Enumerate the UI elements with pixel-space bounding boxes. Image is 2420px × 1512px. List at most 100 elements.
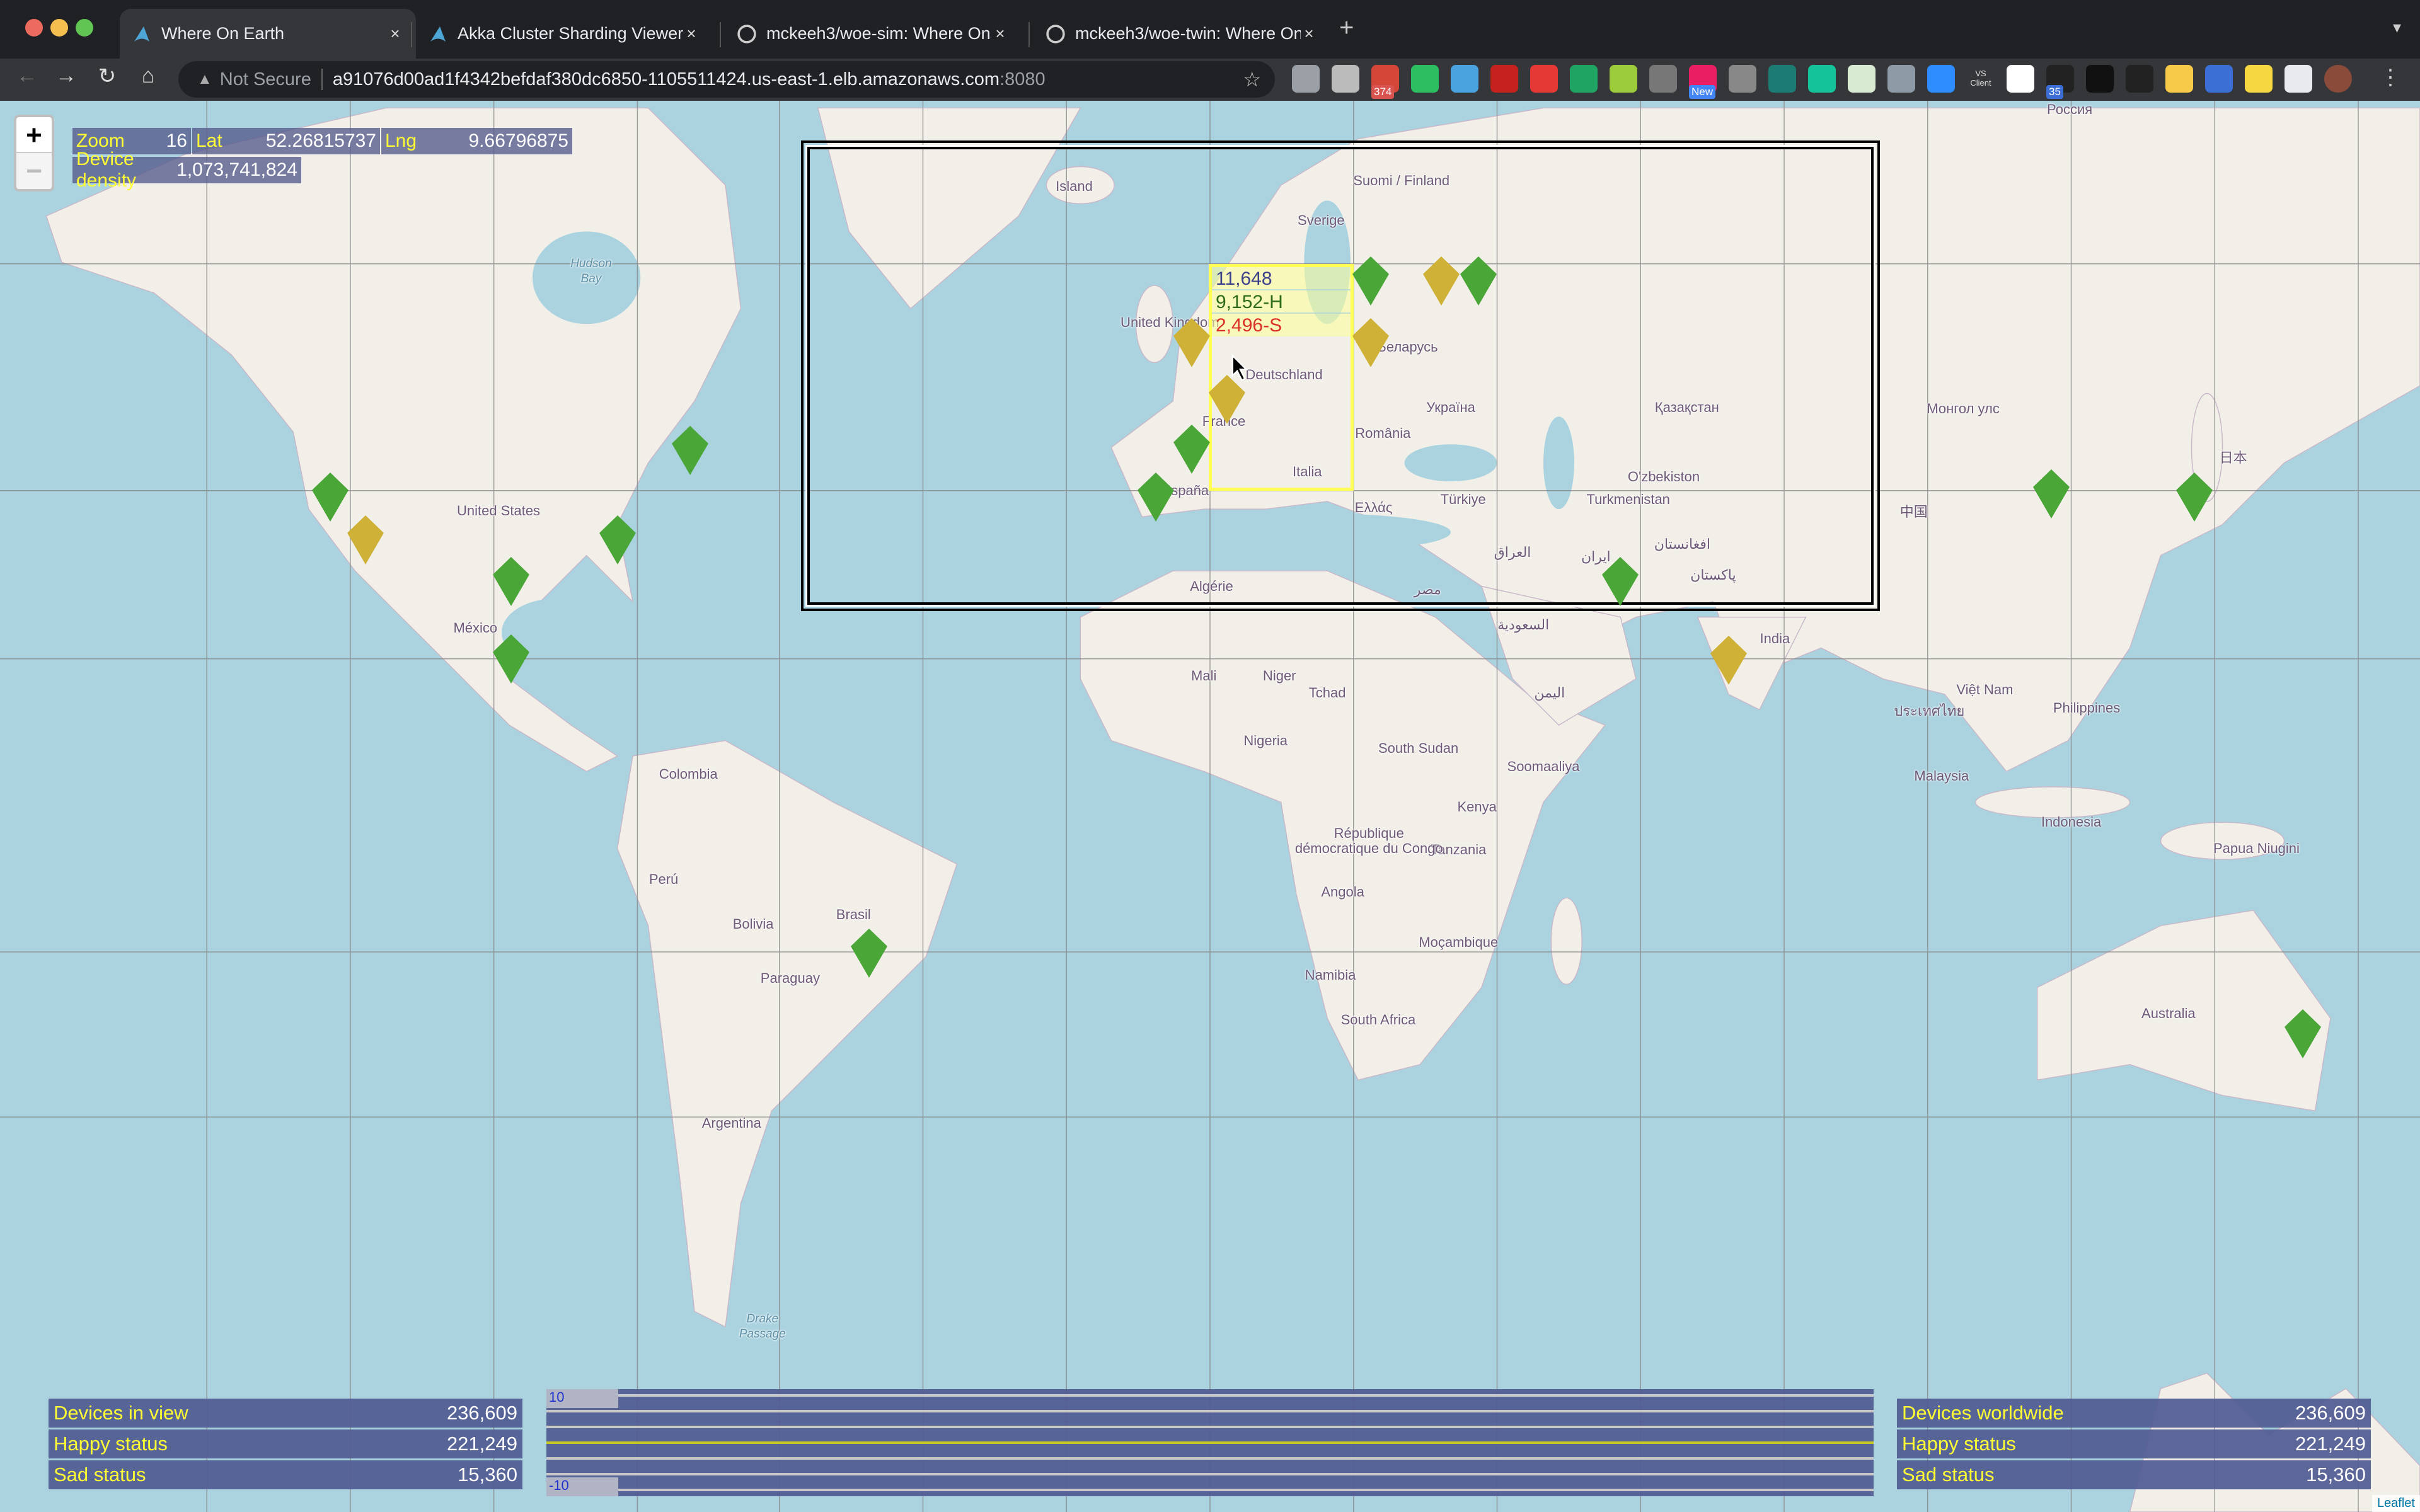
adblock-extension-icon[interactable]	[1530, 65, 1558, 93]
stat-value: 236,609	[2295, 1402, 2366, 1424]
grammarly-extension-icon[interactable]	[1808, 65, 1836, 93]
tab-bar: Where On Earth × Akka Cluster Sharding Vie…	[0, 0, 2420, 59]
gear-extension-icon[interactable]	[1332, 65, 1359, 93]
land-new-guinea	[2160, 822, 2285, 860]
device-marker-mixed[interactable]	[1352, 318, 1389, 367]
close-window-button[interactable]	[25, 19, 43, 37]
tab-1[interactable]: Akka Cluster Sharding Viewer ×	[416, 9, 712, 59]
leaflet-attribution-link[interactable]: Leaflet	[2371, 1495, 2420, 1512]
bookmark-star-icon[interactable]: ☆	[1243, 67, 1261, 91]
url-host: a91076d00ad1f4342befdaf380dc6850-1105511…	[332, 69, 1000, 89]
new-tab-button[interactable]: +	[1339, 14, 1354, 42]
device-marker-happy[interactable]	[2284, 1009, 2321, 1058]
selection-happy: 9,152-H	[1212, 290, 1351, 314]
close-tab-icon[interactable]: ×	[992, 24, 1008, 43]
device-marker-happy[interactable]	[599, 515, 636, 565]
rocket-extension-icon[interactable]	[1887, 65, 1915, 93]
tab-3[interactable]: mckeeh3/woe-twin: Where On Earth×	[1034, 9, 1330, 59]
device-marker-mixed[interactable]	[1710, 636, 1747, 685]
stat-label: Sad status	[1902, 1463, 1995, 1486]
device-marker-happy[interactable]	[1602, 557, 1639, 607]
colorful-extension-icon[interactable]: New	[1689, 65, 1717, 99]
back-button[interactable]: ←	[11, 64, 43, 88]
device-marker-happy[interactable]	[1352, 256, 1389, 306]
sheet-extension-icon[interactable]	[1848, 65, 1876, 93]
drive-extension-icon[interactable]	[1570, 65, 1598, 93]
land-north-america	[45, 107, 742, 772]
ring-extension-icon[interactable]	[1649, 65, 1677, 93]
chart-gridline	[546, 1394, 1874, 1397]
chain-extension-icon[interactable]	[1729, 65, 1756, 93]
dark-extension-icon[interactable]	[2086, 65, 2114, 93]
minimize-window-button[interactable]	[50, 19, 68, 37]
density-value: 1,073,741,824	[176, 159, 297, 180]
device-marker-happy[interactable]	[850, 929, 887, 978]
device-marker-happy[interactable]	[671, 426, 708, 476]
vs-client-extension-icon[interactable]: VS Client	[1967, 65, 1995, 93]
device-marker-happy[interactable]	[2176, 472, 2213, 522]
device-marker-happy[interactable]	[312, 472, 349, 522]
device-marker-happy[interactable]	[492, 557, 529, 607]
dots-extension-icon[interactable]	[2165, 65, 2193, 93]
evernote-extension-icon[interactable]	[1411, 65, 1439, 93]
map[interactable]: Island Suomi / Finland Sverige United Kingd…	[0, 101, 2420, 1512]
land-indonesia	[1974, 786, 2131, 818]
gmail-extension-icon[interactable]: 374	[1371, 65, 1399, 99]
close-tab-icon[interactable]: ×	[387, 24, 403, 43]
eyedropper-extension-icon[interactable]	[1451, 65, 1478, 93]
tab-title: Akka Cluster Sharding Viewer	[458, 24, 683, 43]
react-extension-icon[interactable]	[2205, 65, 2233, 93]
home-button[interactable]: ⌂	[132, 64, 164, 88]
device-marker-happy[interactable]	[2032, 469, 2070, 518]
device-marker-mixed[interactable]	[347, 515, 384, 565]
puzzle-extension-icon[interactable]	[2285, 65, 2312, 93]
status-chart: 10 -10	[546, 1389, 1874, 1496]
stat-label: Devices worldwide	[1902, 1402, 2064, 1424]
stat-row: Devices in view 236,609	[49, 1399, 522, 1428]
url-port: :8080	[1000, 69, 1046, 89]
mail-extension-icon[interactable]	[1490, 65, 1518, 93]
chart-gridline	[546, 1457, 1874, 1460]
close-tab-icon[interactable]: ×	[1301, 24, 1317, 43]
tab-title: Where On Earth	[161, 24, 285, 43]
close-tab-icon[interactable]: ×	[683, 24, 700, 43]
lat-label: Lat	[196, 130, 222, 151]
device-marker-mixed[interactable]	[1173, 318, 1210, 367]
browser-toolbar: ← → ↻ ⌂ ▲ Not Secure a91076d00ad1f4342be…	[0, 59, 2420, 101]
tab-separator	[720, 22, 721, 47]
profile-avatar-icon[interactable]	[2324, 65, 2352, 93]
menu-kebab-icon[interactable]: ⋮	[2380, 65, 2401, 90]
device-marker-happy[interactable]	[1460, 256, 1497, 306]
stat-row: Devices worldwide 236,609	[1897, 1399, 2371, 1428]
selection-sad: 2,496-S	[1216, 315, 1282, 336]
maximize-window-button[interactable]	[76, 19, 93, 37]
tab-separator	[411, 22, 412, 47]
device-marker-mixed[interactable]	[1423, 256, 1460, 306]
tab-0[interactable]: Where On Earth ×	[120, 9, 416, 59]
circle-dark-extension-icon[interactable]	[2126, 65, 2153, 93]
tab-2[interactable]: mckeeh3/woe-sim: Where On Earth×	[725, 9, 1021, 59]
reload-button[interactable]: ↻	[91, 64, 123, 89]
s-extension-icon[interactable]	[1768, 65, 1796, 93]
tally-extension-icon[interactable]: 35	[2046, 65, 2074, 99]
zoom-in-button[interactable]: +	[16, 117, 52, 153]
cloud-extension-icon[interactable]	[2007, 65, 2034, 93]
broom-extension-icon[interactable]	[2245, 65, 2273, 93]
circle-extension-icon[interactable]	[1292, 65, 1320, 93]
security-label[interactable]: Not Secure	[220, 69, 311, 90]
address-bar[interactable]: ▲ Not Secure a91076d00ad1f4342befdaf380d…	[178, 61, 1275, 98]
water-hudson-bay	[532, 231, 641, 324]
selection-total: 11,648	[1212, 267, 1351, 290]
akka-icon	[429, 25, 447, 43]
tab-search-icon[interactable]: ▾	[2393, 18, 2401, 37]
green-extension-icon[interactable]	[1610, 65, 1637, 93]
forward-button[interactable]: →	[50, 64, 82, 88]
device-marker-happy[interactable]	[1173, 424, 1210, 474]
device-marker-happy[interactable]	[1138, 472, 1175, 522]
zoom-extension-icon[interactable]	[1927, 65, 1955, 93]
stat-row: Happy status 221,249	[49, 1429, 522, 1458]
divider	[321, 69, 323, 90]
zoom-out-button[interactable]: −	[16, 153, 52, 189]
device-marker-happy[interactable]	[492, 634, 529, 684]
stat-value: 236,609	[446, 1402, 517, 1424]
